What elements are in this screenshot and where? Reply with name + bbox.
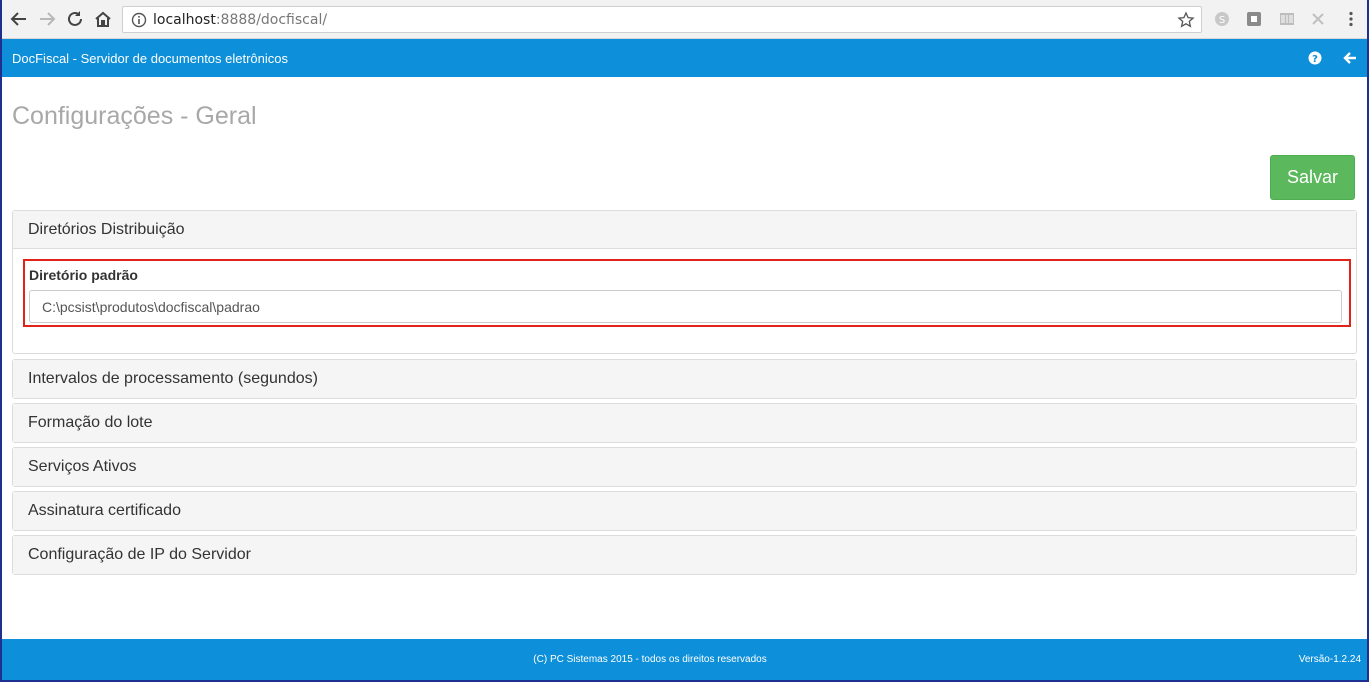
star-icon[interactable] [1177,11,1195,29]
panel-configuracao-ip: Configuração de IP do Servidor [12,535,1357,575]
panel-intervalos: Intervalos de processamento (segundos) [12,359,1357,399]
panel-diretorios-distribuicao: Diretórios Distribuição Diretório padrão [12,210,1357,354]
panel-servicos-ativos: Serviços Ativos [12,447,1357,487]
help-icon[interactable]: ? [1307,50,1323,66]
address-bar[interactable]: localhost:8888/docfiscal/ [122,6,1202,33]
panel-body: Diretório padrão [13,249,1356,353]
browser-forward-icon[interactable] [36,8,58,30]
panel-assinatura-certificado: Assinatura certificado [12,491,1357,531]
address-url: localhost:8888/docfiscal/ [153,12,327,28]
home-icon[interactable] [92,8,114,30]
barcode-extension-icon[interactable] [1278,10,1296,28]
menu-icon[interactable] [1342,10,1360,28]
panel-heading[interactable]: Configuração de IP do Servidor [13,536,1356,574]
browser-toolbar: localhost:8888/docfiscal/ S [0,0,1369,39]
x-extension-icon[interactable] [1309,10,1327,28]
reload-icon[interactable] [64,8,86,30]
panel-heading[interactable]: Intervalos de processamento (segundos) [13,360,1356,398]
app-title: DocFiscal - Servidor de documentos eletr… [12,51,289,66]
svg-text:?: ? [1312,54,1318,65]
arrow-left-icon[interactable] [1342,50,1358,66]
page-title: Configurações - Geral [12,102,257,130]
footer-copyright: (C) PC Sistemas 2015 - todos os direitos… [533,654,767,665]
panel-heading[interactable]: Diretórios Distribuição [13,211,1356,249]
panel-heading[interactable]: Serviços Ativos [13,448,1356,486]
url-host: localhost [153,12,216,28]
footer-version: Versão-1.2.24 [1298,654,1361,665]
footer: (C) PC Sistemas 2015 - todos os direitos… [0,639,1369,682]
browser-back-icon[interactable] [8,8,30,30]
pocket-extension-icon[interactable] [1245,10,1263,28]
panel-formacao-lote: Formação do lote [12,403,1357,443]
panel-heading[interactable]: Assinatura certificado [13,492,1356,530]
skype-extension-icon[interactable]: S [1213,10,1231,28]
diretorio-padrao-input[interactable] [29,290,1342,323]
app-header: DocFiscal - Servidor de documentos eletr… [0,39,1369,77]
field-label-diretorio-padrao: Diretório padrão [29,267,138,283]
panel-heading[interactable]: Formação do lote [13,404,1356,442]
svg-text:S: S [1219,15,1225,26]
url-path: :8888/docfiscal/ [215,12,328,28]
info-icon[interactable] [131,12,147,28]
save-button[interactable]: Salvar [1270,155,1355,200]
